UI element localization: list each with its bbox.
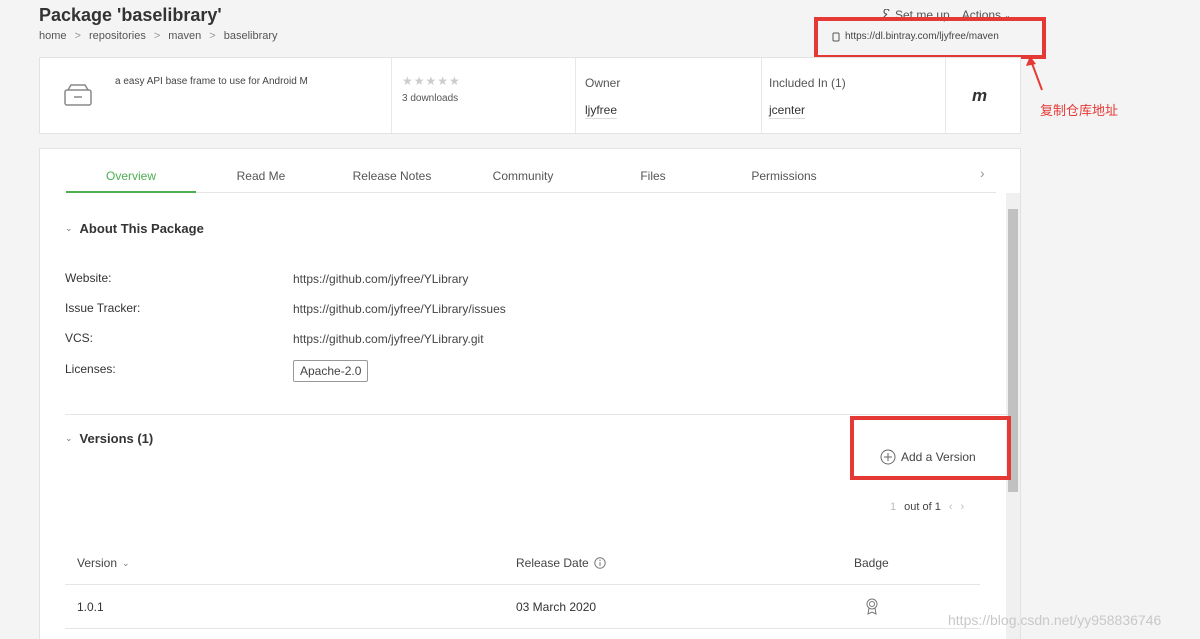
breadcrumb-separator: > [74, 30, 81, 42]
issue-tracker-label: Issue Tracker: [65, 301, 141, 315]
breadcrumb: home > repositories > maven > baselibrar… [39, 30, 278, 42]
annotation-box-url [814, 17, 1046, 59]
tab-permissions[interactable]: Permissions [719, 163, 849, 193]
table-row-divider [65, 628, 980, 629]
page-title: Package 'baselibrary' [39, 5, 222, 25]
tab-files[interactable]: Files [588, 163, 718, 193]
chevron-right-icon[interactable]: › [980, 165, 985, 181]
breadcrumb-package: baselibrary [223, 30, 278, 42]
owner-link[interactable]: ljyfree [585, 103, 618, 119]
column-badge: Badge [854, 556, 889, 570]
about-heading: About This Package [79, 221, 204, 236]
versions-section-toggle[interactable]: ⌄ Versions (1) [65, 431, 153, 446]
maven-logo: m [972, 86, 988, 105]
breadcrumb-home[interactable]: home [39, 30, 67, 42]
website-link[interactable]: https://github.com/jyfree/YLibrary [293, 272, 468, 286]
annotation-arrow [1026, 56, 1043, 91]
license-badge[interactable]: Apache-2.0 [293, 360, 369, 382]
versions-heading: Versions (1) [79, 431, 154, 446]
annotation-box-add-version [850, 416, 1011, 480]
tab-overview[interactable]: Overview [66, 163, 196, 193]
tab-community[interactable]: Community [458, 163, 588, 193]
issue-tracker-link[interactable]: https://github.com/jyfree/YLibrary/issue… [293, 302, 506, 316]
tab-release-notes[interactable]: Release Notes [327, 163, 457, 193]
chevron-left-icon[interactable]: ‹ [949, 501, 953, 513]
package-details-panel: Overview Read Me Release Notes Community… [39, 148, 1021, 639]
summary-included-col [762, 58, 946, 133]
included-in-label: Included In (1) [769, 76, 846, 90]
owner-label: Owner [585, 76, 621, 90]
tab-read-me[interactable]: Read Me [196, 163, 326, 193]
chevron-right-icon[interactable]: › [961, 501, 965, 513]
vcs-link[interactable]: https://github.com/jyfree/YLibrary.git [293, 332, 484, 346]
table-header-divider [65, 584, 980, 585]
page-count: out of 1 [904, 501, 941, 513]
package-description: a easy API base frame to use for Android… [115, 76, 308, 87]
chevron-down-icon: ⌄ [122, 557, 130, 568]
badge-icon[interactable] [865, 598, 879, 616]
website-label: Website: [65, 271, 112, 285]
summary-desc-col [40, 58, 392, 133]
section-divider [65, 414, 1008, 415]
breadcrumb-repositories[interactable]: repositories [89, 30, 146, 42]
column-version[interactable]: Version ⌄ [77, 556, 130, 570]
breadcrumb-separator: > [209, 30, 216, 42]
page-number: 1 [890, 501, 897, 513]
package-icon [64, 84, 92, 106]
download-count: 3 downloads [402, 93, 459, 104]
summary-owner-col [576, 58, 762, 133]
tab-bar: Overview Read Me Release Notes Community… [66, 163, 996, 193]
breadcrumb-separator: > [153, 30, 161, 42]
column-release-date-label: Release Date [516, 556, 589, 570]
breadcrumb-maven[interactable]: maven [168, 30, 201, 42]
watermark: https://blog.csdn.net/yy958836746 [948, 612, 1162, 628]
licenses-label: Licenses: [65, 362, 116, 376]
package-summary-card: a easy API base frame to use for Android… [39, 57, 1021, 134]
pagination: 1 out of 1 ‹ › [890, 501, 964, 513]
info-icon[interactable] [594, 557, 606, 569]
chevron-down-icon: ⌄ [65, 433, 73, 443]
annotation-copy-url: 复制仓库地址 [1040, 104, 1119, 119]
jcenter-link[interactable]: jcenter [769, 103, 806, 119]
release-date-cell: 03 March 2020 [516, 600, 597, 614]
chevron-down-icon: ⌄ [65, 223, 73, 233]
about-section-toggle[interactable]: ⌄ About This Package [65, 221, 204, 236]
vcs-label: VCS: [65, 331, 94, 345]
column-release-date: Release Date [516, 556, 606, 570]
column-badge-label: Badge [854, 556, 889, 570]
rating-stars[interactable]: ★★★★★ [402, 74, 461, 88]
column-version-label: Version [77, 556, 118, 570]
version-cell[interactable]: 1.0.1 [77, 600, 104, 614]
